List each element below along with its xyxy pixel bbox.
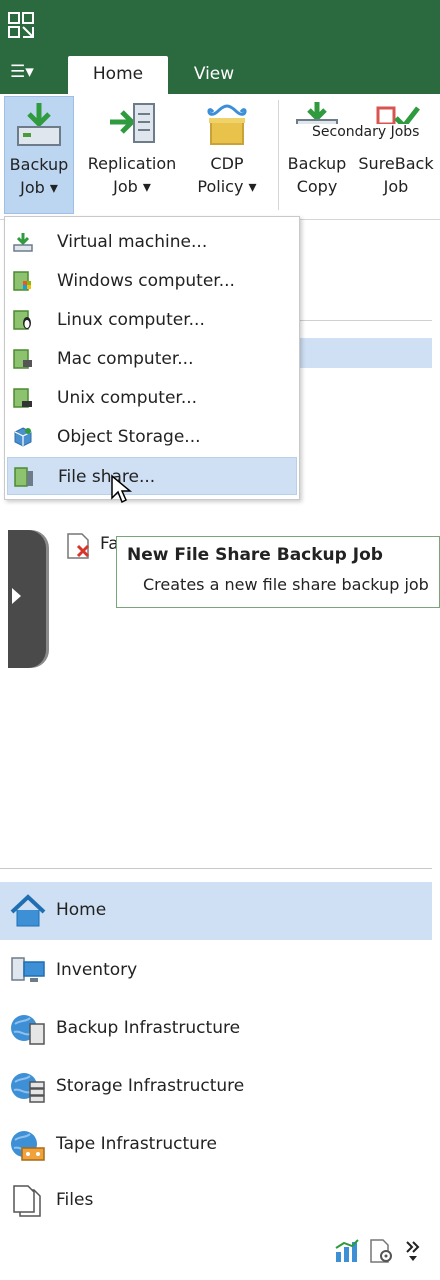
sureback-job-button[interactable]: SureBack Job (352, 96, 440, 214)
tab-home[interactable]: Home (68, 56, 168, 94)
nav-item-label: Files (56, 1190, 94, 1210)
inventory-icon (11, 957, 45, 982)
status-bar-icons (334, 1232, 434, 1272)
nav-item-tape-infrastructure[interactable]: Tape Infrastructure (0, 1116, 432, 1174)
menu-item-label: File share... (58, 467, 156, 487)
title-bar (0, 0, 440, 52)
sureback-job-label-1: SureBack (358, 154, 434, 173)
tree-selected-row[interactable] (290, 338, 432, 368)
backup-job-label-2: Job ▾ (20, 178, 58, 197)
files-icon (13, 1185, 41, 1217)
mouse-cursor-icon (111, 474, 133, 504)
unix-computer-icon (13, 388, 32, 408)
tab-view[interactable]: View (176, 56, 252, 94)
sureback-job-label-2: Job (383, 177, 409, 196)
menu-item-label: Windows computer... (57, 271, 235, 291)
ribbon: Backup Job ▾ Replication Job ▾ CDP Polic… (0, 94, 440, 220)
nav-item-files[interactable]: Files (0, 1172, 432, 1230)
menu-item-mac-computer[interactable]: Mac computer... (7, 340, 297, 378)
backup-copy-label-1: Backup (287, 154, 347, 173)
backup-infrastructure-icon (11, 1015, 45, 1045)
menu-item-unix-computer[interactable]: Unix computer... (7, 379, 297, 417)
vm-download-icon (13, 233, 33, 252)
ribbon-group-label: Secondary Jobs (280, 124, 440, 148)
navigation-separator (0, 868, 432, 869)
menu-item-windows-computer[interactable]: Windows computer... (7, 262, 297, 300)
cdp-policy-label-1: CDP (210, 154, 244, 173)
replication-job-label-1: Replication (87, 154, 177, 173)
tooltip-description: Creates a new file share backup job (143, 575, 429, 594)
ribbon-tab-row: ☰▾ Home View (0, 52, 440, 94)
replication-job-label-2: Job ▾ (113, 177, 151, 196)
expand-arrow-icon (12, 588, 21, 604)
menu-item-virtual-machine[interactable]: Virtual machine... (7, 223, 297, 261)
overflow-chevron-icon[interactable] (404, 1238, 422, 1264)
file-share-icon (14, 467, 33, 487)
cdp-policy-button[interactable]: CDP Policy ▾ (186, 96, 268, 214)
nav-item-home[interactable]: Home (0, 882, 432, 940)
backup-copy-label-2: Copy (296, 177, 338, 196)
settings-document-icon[interactable] (368, 1238, 394, 1264)
mac-computer-icon (13, 349, 32, 369)
menu-item-label: Object Storage... (57, 427, 201, 447)
nav-item-label: Backup Infrastructure (56, 1018, 241, 1038)
menu-item-label: Linux computer... (57, 310, 205, 330)
menu-item-linux-computer[interactable]: Linux computer... (7, 301, 297, 339)
nav-item-backup-infrastructure[interactable]: Backup Infrastructure (0, 1000, 432, 1058)
backup-job-button[interactable]: Backup Job ▾ (4, 96, 74, 214)
linux-computer-icon (13, 310, 31, 330)
nav-item-storage-infrastructure[interactable]: Storage Infrastructure (0, 1058, 432, 1116)
home-icon (10, 894, 46, 927)
menu-item-object-storage[interactable]: Object Storage... (7, 418, 297, 456)
nav-item-label: Home (56, 900, 107, 920)
nav-item-label: Tape Infrastructure (56, 1134, 217, 1154)
cdp-policy-label-2: Policy ▾ (197, 177, 257, 196)
nav-item-label: Inventory (56, 960, 138, 980)
object-storage-icon (14, 427, 32, 447)
backup-copy-button[interactable]: Backup Copy (282, 96, 352, 214)
tree-separator (300, 320, 432, 321)
statistics-icon[interactable] (334, 1238, 360, 1264)
replication-job-icon (110, 103, 155, 143)
tape-infrastructure-icon (11, 1131, 45, 1161)
tooltip-title: New File Share Backup Job (127, 545, 383, 565)
menu-item-file-share[interactable]: File share... (7, 457, 297, 495)
failed-job-icon (67, 533, 90, 559)
menu-item-label: Virtual machine... (57, 232, 208, 252)
main-menu-button[interactable]: ☰▾ (10, 60, 34, 84)
app-logo-icon (8, 12, 34, 38)
ribbon-group-separator (278, 100, 279, 210)
backup-job-icon (17, 103, 61, 146)
backup-job-label-1: Backup (9, 155, 69, 174)
menu-item-label: Mac computer... (57, 349, 194, 369)
menu-item-label: Unix computer... (57, 388, 198, 408)
cdp-policy-icon (207, 104, 247, 145)
nav-item-inventory[interactable]: Inventory (0, 942, 432, 1000)
storage-infrastructure-icon (11, 1073, 45, 1103)
backup-job-dropdown-menu: Virtual machine... Windows computer... L… (4, 216, 300, 500)
nav-item-label: Storage Infrastructure (56, 1076, 245, 1096)
collapse-panel-handle[interactable] (8, 530, 46, 668)
replication-job-button[interactable]: Replication Job ▾ (80, 96, 184, 214)
tooltip: New File Share Backup Job Creates a new … (116, 536, 440, 608)
windows-computer-icon (13, 271, 31, 291)
